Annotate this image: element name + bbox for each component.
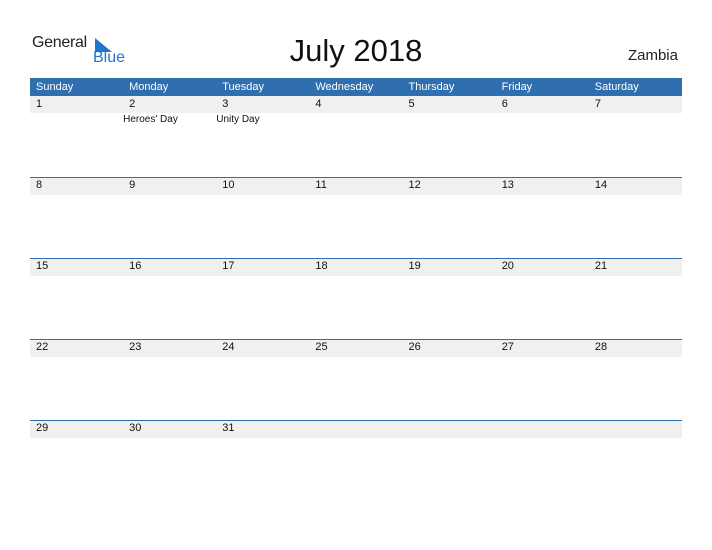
day-cell: 28: [589, 339, 682, 420]
day-cell: 11: [309, 177, 402, 258]
day-number: 6: [501, 98, 508, 110]
day-number: 12: [408, 179, 421, 191]
day-cell: 17: [216, 258, 309, 339]
day-number: 18: [315, 260, 328, 272]
day-number: 10: [222, 179, 235, 191]
day-number: 25: [315, 341, 328, 353]
day-number: 5: [408, 98, 415, 110]
day-cell: 1: [30, 96, 123, 177]
day-cell: 18: [309, 258, 402, 339]
day-cell: 2 Heroes' Day: [123, 96, 216, 177]
holiday-label: Heroes' Day: [123, 114, 178, 125]
weekday-thursday: Thursday: [408, 81, 455, 93]
day-cell: 6: [496, 96, 589, 177]
day-number: 30: [129, 422, 142, 434]
day-number: 2: [129, 98, 136, 110]
day-number: 7: [594, 98, 601, 110]
day-number: 24: [222, 341, 235, 353]
day-number: 19: [408, 260, 421, 272]
day-number: 23: [129, 341, 142, 353]
day-cell: 20: [496, 258, 589, 339]
week-row: 1 2 Heroes' Day 3 Unity Day 4 5 6 7: [30, 96, 682, 177]
holiday-label: Unity Day: [216, 114, 260, 125]
day-number: 21: [594, 260, 608, 272]
day-cell: [496, 420, 589, 501]
week-row: 29 30 31: [30, 420, 682, 501]
day-cell: 21: [589, 258, 682, 339]
day-number: 20: [501, 260, 514, 272]
day-cell: 25: [309, 339, 402, 420]
page-title: July 2018: [289, 33, 423, 68]
country-label: Zambia: [627, 47, 678, 64]
calendar-grid: Sunday Monday Tuesday Wednesday Thursday…: [30, 78, 682, 438]
day-cell: [589, 420, 682, 501]
day-cell: [309, 420, 402, 501]
weekday-monday: Monday: [129, 81, 169, 93]
weekday-sunday: Sunday: [36, 81, 74, 93]
weekday-wednesday: Wednesday: [315, 81, 374, 93]
day-number: 14: [594, 179, 608, 191]
day-number: 3: [222, 98, 229, 110]
day-number: 15: [36, 260, 49, 272]
day-number: 29: [36, 422, 49, 434]
weekday-saturday: Saturday: [594, 81, 639, 93]
day-cell: 14: [589, 177, 682, 258]
weekday-friday: Friday: [501, 81, 533, 93]
day-cell: 8: [30, 177, 123, 258]
day-number: 17: [222, 260, 235, 272]
day-cell: 7: [589, 96, 682, 177]
day-number: 27: [501, 341, 514, 353]
day-number: 22: [36, 341, 49, 353]
day-number: 11: [315, 179, 327, 191]
day-cell: 16: [123, 258, 216, 339]
day-cell: 15: [30, 258, 123, 339]
day-cell: 27: [496, 339, 589, 420]
week-row: 22 23 24 25 26 27 28: [30, 339, 682, 420]
day-cell: 10: [216, 177, 309, 258]
day-cell: 13: [496, 177, 589, 258]
day-cell: 4: [309, 96, 402, 177]
day-cell: 24: [216, 339, 309, 420]
day-number: 28: [594, 341, 608, 353]
day-cell: 12: [403, 177, 496, 258]
day-cell: 26: [403, 339, 496, 420]
day-cell: [403, 420, 496, 501]
day-cell: 5: [403, 96, 496, 177]
day-number: 8: [36, 179, 43, 191]
day-cell: 19: [403, 258, 496, 339]
day-number: 31: [222, 422, 235, 434]
day-cell: 9: [123, 177, 216, 258]
weekday-tuesday: Tuesday: [222, 81, 265, 93]
day-cell: 23: [123, 339, 216, 420]
week-row: 8 9 10 11 12 13 14: [30, 177, 682, 258]
day-cell: 29: [30, 420, 123, 501]
weekday-header: Sunday Monday Tuesday Wednesday Thursday…: [30, 78, 682, 96]
day-cell: 30: [123, 420, 216, 501]
day-number: 1: [36, 98, 43, 110]
day-number: 4: [315, 98, 322, 110]
day-cell: 3 Unity Day: [216, 96, 309, 177]
day-cell: 22: [30, 339, 123, 420]
day-cell: 31: [216, 420, 309, 501]
day-number: 26: [408, 341, 421, 353]
day-number: 9: [129, 179, 136, 191]
week-row: 15 16 17 18 19 20 21: [30, 258, 682, 339]
day-number: 16: [129, 260, 142, 272]
day-number: 13: [501, 179, 514, 191]
